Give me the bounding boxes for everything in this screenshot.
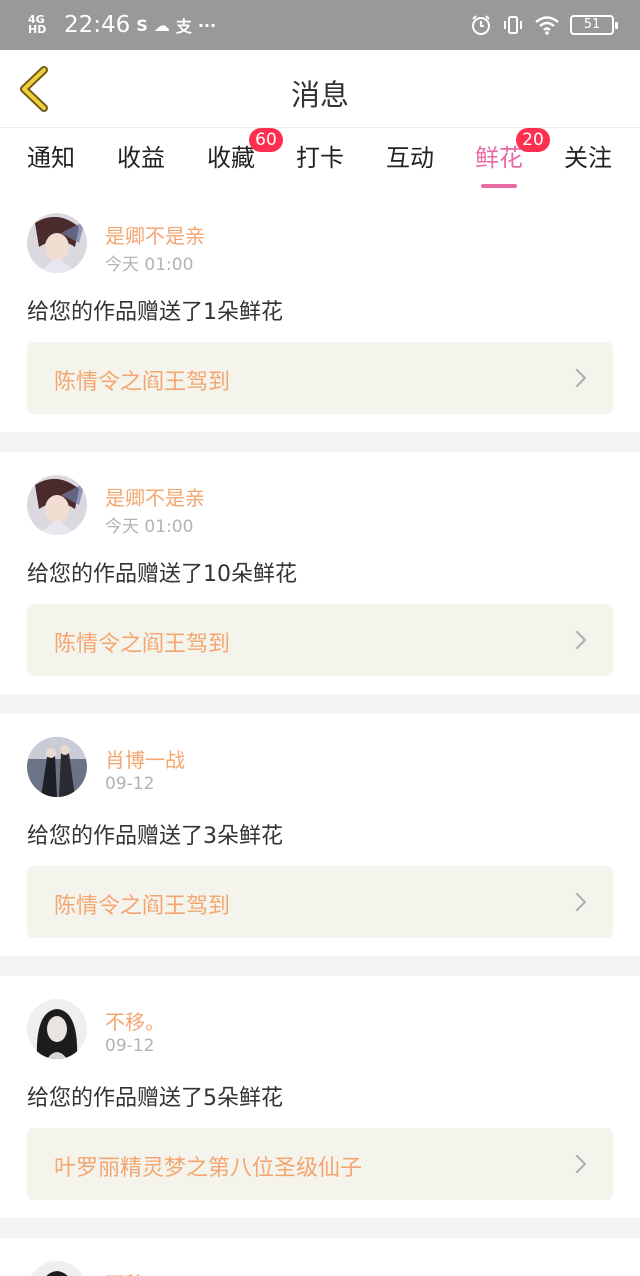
work-title: 陈情令之阎王驾到	[54, 370, 231, 395]
list-item: 不移。	[0, 1238, 640, 1276]
status-left: 4G HD 22:46 S ☁ 支 ···	[28, 10, 216, 40]
category-tabs: 通知 收益 收藏 60 打卡 互动 鲜花 20 关注	[0, 128, 640, 190]
status-right: 51	[470, 10, 618, 40]
tab-label: 互动	[386, 144, 434, 172]
message-text: 给您的作品赠送了5朵鲜花	[27, 1086, 283, 1111]
clock: 22:46	[64, 12, 131, 38]
tab-notifications[interactable]: 通知	[25, 138, 77, 188]
work-link[interactable]: 叶罗丽精灵梦之第八位圣级仙子	[27, 1128, 613, 1200]
sender-name[interactable]: 肖博一战	[105, 744, 185, 773]
work-title: 陈情令之阎王驾到	[54, 632, 231, 657]
tab-label: 关注	[564, 144, 612, 172]
avatar-image	[27, 1261, 87, 1276]
divider	[0, 956, 640, 976]
tab-follows[interactable]: 关注	[562, 138, 614, 188]
work-title: 叶罗丽精灵梦之第八位圣级仙子	[54, 1156, 363, 1181]
tab-interaction[interactable]: 互动	[384, 138, 436, 188]
wifi-icon	[535, 16, 559, 35]
chevron-right-icon	[575, 1154, 587, 1174]
battery-indicator: 51	[570, 15, 618, 35]
message-text: 给您的作品赠送了10朵鲜花	[27, 562, 297, 587]
sender-name[interactable]: 不移。	[105, 1268, 165, 1276]
avatar[interactable]	[27, 475, 87, 535]
cloud-icon: ☁	[153, 15, 170, 35]
chevron-right-icon	[575, 630, 587, 650]
unread-badge: 60	[249, 128, 283, 152]
app-header: 消息	[0, 50, 640, 128]
work-link[interactable]: 陈情令之阎王驾到	[27, 342, 613, 414]
sender-name[interactable]: 是卿不是亲	[105, 482, 205, 511]
timestamp: 09-12	[105, 1036, 155, 1056]
avatar-image	[27, 737, 87, 797]
avatar[interactable]	[27, 213, 87, 273]
work-title: 陈情令之阎王驾到	[54, 894, 231, 919]
message-text: 给您的作品赠送了3朵鲜花	[27, 824, 283, 849]
active-tab-indicator	[481, 184, 517, 188]
status-bar: 4G HD 22:46 S ☁ 支 ··· 51	[0, 0, 640, 50]
list-item: 不移。 09-12 给您的作品赠送了5朵鲜花 叶罗丽精灵梦之第八位圣级仙子	[0, 976, 640, 1218]
network-indicator: 4G HD	[28, 13, 47, 36]
avatar-image	[27, 475, 87, 535]
tab-label: 通知	[27, 144, 75, 172]
alarm-icon	[472, 15, 490, 35]
avatar-image	[27, 213, 87, 273]
more-notifications-icon: ···	[197, 15, 217, 35]
message-text: 给您的作品赠送了1朵鲜花	[27, 300, 283, 325]
timestamp: 今天 01:00	[105, 517, 194, 537]
timestamp: 09-12	[105, 774, 155, 794]
tab-label: 收益	[117, 144, 165, 172]
work-link[interactable]: 陈情令之阎王驾到	[27, 866, 613, 938]
tab-earnings[interactable]: 收益	[115, 138, 167, 188]
vibrate-icon	[504, 16, 522, 34]
sender-name[interactable]: 是卿不是亲	[105, 220, 205, 249]
sender-name[interactable]: 不移。	[105, 1006, 165, 1035]
list-item: 是卿不是亲 今天 01:00 给您的作品赠送了1朵鲜花 陈情令之阎王驾到	[0, 190, 640, 432]
tab-label: 收藏	[207, 144, 255, 172]
page-title: 消息	[290, 78, 349, 112]
avatar-image	[27, 999, 87, 1059]
notification-icon-1: S	[136, 15, 148, 35]
divider	[0, 694, 640, 714]
list-item: 是卿不是亲 今天 01:00 给您的作品赠送了10朵鲜花 陈情令之阎王驾到	[0, 452, 640, 694]
list-item: 肖博一战 09-12 给您的作品赠送了3朵鲜花 陈情令之阎王驾到	[0, 714, 640, 956]
chevron-right-icon	[575, 368, 587, 388]
divider	[0, 1218, 640, 1238]
tab-flowers[interactable]: 鲜花 20	[473, 128, 550, 188]
tab-favorites[interactable]: 收藏 60	[205, 128, 283, 188]
tab-label: 鲜花	[475, 144, 523, 172]
divider	[0, 432, 640, 452]
tab-checkin[interactable]: 打卡	[294, 138, 346, 188]
tab-label: 打卡	[296, 144, 344, 172]
unread-badge: 20	[516, 128, 550, 152]
avatar[interactable]	[27, 999, 87, 1059]
work-link[interactable]: 陈情令之阎王驾到	[27, 604, 613, 676]
timestamp: 今天 01:00	[105, 255, 194, 275]
avatar[interactable]	[27, 737, 87, 797]
avatar[interactable]	[27, 1261, 87, 1276]
chevron-right-icon	[575, 892, 587, 912]
alipay-icon: 支	[175, 17, 192, 36]
